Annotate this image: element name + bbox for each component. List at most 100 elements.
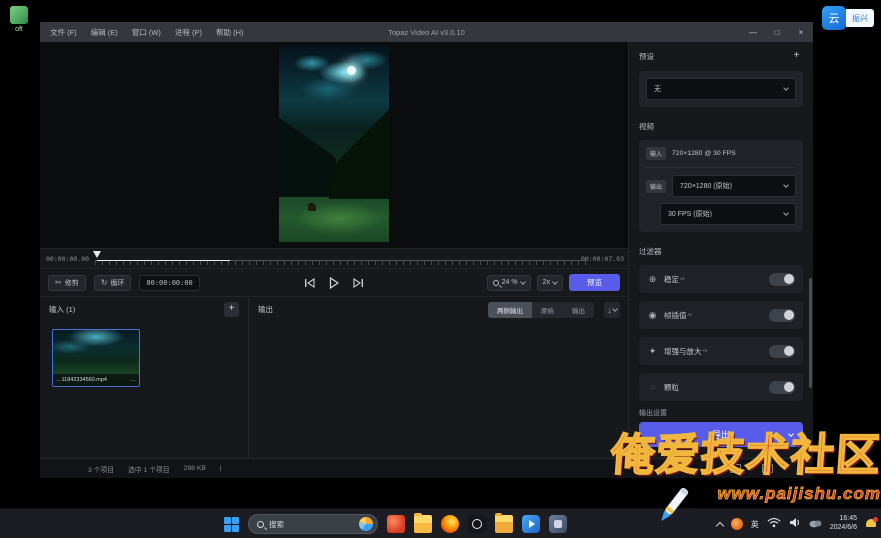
grain-icon: ◌ bbox=[647, 382, 658, 392]
tray-app-icon[interactable] bbox=[731, 518, 743, 530]
pip-window-icon[interactable] bbox=[762, 464, 773, 473]
file-explorer-icon[interactable] bbox=[414, 515, 432, 533]
filter-label: 帧插值 bbox=[664, 310, 687, 321]
ai-badge: AI bbox=[688, 313, 693, 318]
search-engine-icon bbox=[359, 517, 373, 531]
input-clip-card[interactable]: …11842334560.mp4 … bbox=[52, 329, 140, 387]
preview-cabin bbox=[308, 206, 316, 211]
filter-stabilize[interactable]: ⊕ 稳定 AI bbox=[639, 265, 803, 293]
zoom-level-dropdown[interactable]: 24 % bbox=[487, 275, 531, 291]
speed-dropdown[interactable]: 2x bbox=[537, 275, 563, 291]
notification-bell-icon[interactable] bbox=[865, 519, 877, 530]
cloud-icon: 云 bbox=[822, 6, 846, 30]
app-window: Topaz Video AI v3.0.10 文件 (F) 编辑 (E) 窗口 … bbox=[40, 22, 813, 478]
chevron-down-icon bbox=[612, 306, 618, 312]
volume-icon[interactable] bbox=[789, 515, 801, 533]
export-preview-button[interactable]: ↓ bbox=[604, 302, 620, 318]
prev-frame-button[interactable] bbox=[304, 278, 315, 288]
frame-interpolation-toggle[interactable] bbox=[769, 309, 795, 322]
stabilize-toggle[interactable] bbox=[769, 273, 795, 286]
taskbar-clock[interactable]: 16:45 2024/6/6 bbox=[830, 515, 857, 533]
add-preset-button[interactable]: + bbox=[790, 50, 803, 63]
preview-button[interactable]: 预览 bbox=[569, 274, 620, 291]
mini-preview-icon[interactable] bbox=[730, 464, 741, 473]
preset-selected-value: 无 bbox=[654, 84, 661, 94]
maximize-button[interactable]: □ bbox=[765, 22, 789, 42]
inputs-panel: 输入 (1) + …11842334560.mp4 … bbox=[40, 297, 248, 458]
menu-file[interactable]: 文件 (F) bbox=[50, 27, 77, 38]
ai-badge: AI bbox=[703, 349, 708, 354]
firefox-icon[interactable] bbox=[441, 515, 459, 533]
tab-side-by-side[interactable]: 两侧输出 bbox=[488, 302, 532, 318]
filters-section-title: 过滤器 bbox=[639, 246, 803, 257]
titlebar: Topaz Video AI v3.0.10 文件 (F) 编辑 (E) 窗口 … bbox=[40, 22, 813, 42]
export-label: 导出 bbox=[712, 428, 730, 441]
media-player-icon[interactable] bbox=[522, 515, 540, 533]
enhance-icon: ✦ bbox=[647, 346, 658, 357]
grain-toggle[interactable] bbox=[769, 381, 795, 394]
filter-frame-interpolation[interactable]: ◉ 帧插值 AI bbox=[639, 301, 803, 329]
download-icon: ↓ bbox=[608, 306, 612, 315]
window-controls: — □ × bbox=[741, 22, 813, 42]
prev-frame-icon bbox=[304, 278, 315, 288]
floating-tool-badge[interactable]: 云 振兴 bbox=[822, 6, 874, 30]
search-icon bbox=[257, 521, 264, 528]
timecode-input[interactable]: 00:00:00:00 bbox=[139, 275, 199, 291]
start-button[interactable] bbox=[224, 517, 239, 532]
close-button[interactable]: × bbox=[789, 22, 813, 42]
folder-icon[interactable] bbox=[495, 515, 513, 533]
taskbar-search[interactable]: 搜索 bbox=[248, 514, 378, 534]
next-frame-icon bbox=[353, 278, 364, 288]
presets-title: 预设 bbox=[639, 51, 654, 62]
menu-process[interactable]: 进程 (P) bbox=[175, 27, 202, 38]
chevron-down-icon bbox=[783, 210, 789, 216]
chevron-down-icon bbox=[783, 182, 789, 188]
clip-more-button[interactable]: … bbox=[130, 377, 136, 383]
menu-window[interactable]: 窗口 (W) bbox=[132, 27, 161, 38]
next-frame-button[interactable] bbox=[353, 278, 364, 288]
outputs-panel: 输出 两侧输出 原始 输出 ↓ bbox=[248, 297, 628, 458]
menu-edit[interactable]: 编辑 (E) bbox=[91, 27, 118, 38]
tab-original[interactable]: 原始 bbox=[532, 302, 563, 318]
play-icon bbox=[329, 277, 339, 289]
enhance-toggle[interactable] bbox=[769, 345, 795, 358]
timeline: 00:00:00.00 00:00:07.03 bbox=[40, 248, 628, 268]
sidebar-scrollbar[interactable] bbox=[809, 278, 812, 388]
preview-moon bbox=[347, 66, 356, 75]
preset-dropdown[interactable]: 无 bbox=[646, 78, 796, 100]
resolution-dropdown[interactable]: 720×1280 (原始) bbox=[672, 175, 796, 197]
filter-grain[interactable]: ◌ 颗粒 bbox=[639, 373, 803, 401]
add-input-button[interactable]: + bbox=[224, 302, 239, 317]
trim-label: 修剪 bbox=[65, 278, 79, 288]
obs-icon[interactable] bbox=[468, 515, 486, 533]
wifi-icon[interactable] bbox=[767, 515, 781, 533]
playhead[interactable] bbox=[93, 251, 101, 258]
speed-value: 2x bbox=[543, 279, 550, 286]
menubar: 文件 (F) 编辑 (E) 窗口 (W) 进程 (P) 帮助 (H) bbox=[50, 27, 244, 38]
timeline-ticks bbox=[95, 261, 586, 265]
app-icon-misc[interactable] bbox=[549, 515, 567, 533]
language-indicator[interactable]: 英 bbox=[751, 519, 759, 530]
desktop-shortcut[interactable]: oft bbox=[2, 6, 36, 33]
play-button[interactable] bbox=[329, 277, 339, 289]
video-section-title: 视频 bbox=[639, 121, 803, 132]
trim-button[interactable]: ✂ 修剪 bbox=[48, 275, 86, 291]
filter-label: 颗粒 bbox=[664, 382, 679, 393]
framerate-dropdown[interactable]: 30 FPS (原始) bbox=[660, 203, 796, 225]
tray-date: 2024/6/6 bbox=[830, 524, 857, 533]
status-projects: 3 个项目 bbox=[88, 464, 114, 474]
menu-help[interactable]: 帮助 (H) bbox=[216, 27, 244, 38]
export-button[interactable]: 导出 bbox=[639, 422, 803, 447]
loop-button[interactable]: ↻ 循环 bbox=[94, 275, 132, 291]
filter-enhance[interactable]: ✦ 增强与放大 AI bbox=[639, 337, 803, 365]
output-settings-title: 输出设置 bbox=[639, 408, 667, 416]
video-canvas[interactable] bbox=[279, 46, 389, 242]
weather-tray-icon[interactable] bbox=[809, 515, 822, 533]
preview-area bbox=[40, 42, 628, 248]
clip-filename: …11842334560.mp4 bbox=[56, 377, 128, 383]
minimize-button[interactable]: — bbox=[741, 22, 765, 42]
tab-output[interactable]: 输出 bbox=[563, 302, 594, 318]
tray-expand-icon[interactable] bbox=[716, 521, 724, 529]
app-icon-red[interactable] bbox=[387, 515, 405, 533]
scissors-icon: ✂ bbox=[55, 278, 62, 287]
